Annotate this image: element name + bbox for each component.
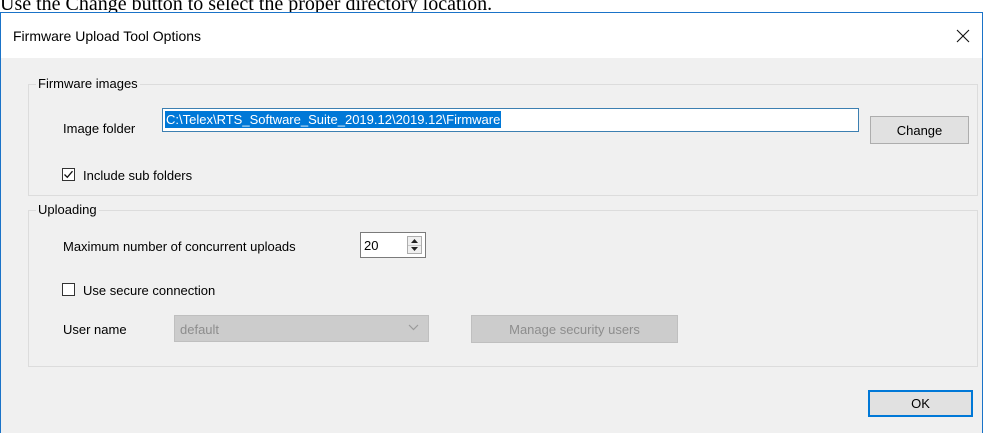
window-title: Firmware Upload Tool Options (13, 28, 202, 44)
image-folder-input[interactable]: C:\Telex\RTS_Software_Suite_2019.12\2019… (162, 108, 859, 132)
image-folder-value: C:\Telex\RTS_Software_Suite_2019.12\2019… (165, 111, 502, 128)
spin-down-button[interactable] (408, 245, 421, 253)
max-uploads-stepper[interactable]: 20 (360, 232, 426, 258)
max-uploads-label: Maximum number of concurrent uploads (63, 239, 296, 254)
include-sub-folders-label: Include sub folders (83, 168, 193, 183)
firmware-images-group-label: Firmware images (36, 76, 140, 91)
chevron-down-icon (408, 324, 419, 331)
user-name-value: default (180, 322, 220, 337)
manage-security-users-label: Manage security users (509, 321, 640, 337)
secure-connection-label: Use secure connection (83, 283, 216, 298)
change-button[interactable]: Change (870, 116, 969, 144)
close-icon (956, 29, 970, 43)
uploading-group-label: Uploading (36, 202, 99, 217)
secure-connection-checkbox[interactable] (62, 283, 75, 296)
change-button-label: Change (896, 122, 943, 138)
triangle-down-icon (411, 247, 418, 251)
document-caption: Use the Change button to select the prop… (0, 0, 493, 12)
checkmark-icon (64, 170, 73, 179)
user-name-dropdown[interactable]: default (174, 315, 429, 342)
title-bar: Firmware Upload Tool Options (1, 13, 982, 58)
spin-buttons (407, 236, 422, 254)
max-uploads-value: 20 (364, 238, 379, 253)
close-button[interactable] (948, 21, 978, 51)
image-folder-label: Image folder (63, 121, 136, 136)
ok-button-label: OK (911, 396, 930, 411)
manage-security-users-button[interactable]: Manage security users (471, 315, 678, 343)
triangle-up-icon (411, 239, 418, 243)
user-name-label: User name (63, 322, 127, 337)
include-sub-folders-checkbox[interactable] (62, 168, 75, 181)
ok-button[interactable]: OK (868, 390, 973, 417)
